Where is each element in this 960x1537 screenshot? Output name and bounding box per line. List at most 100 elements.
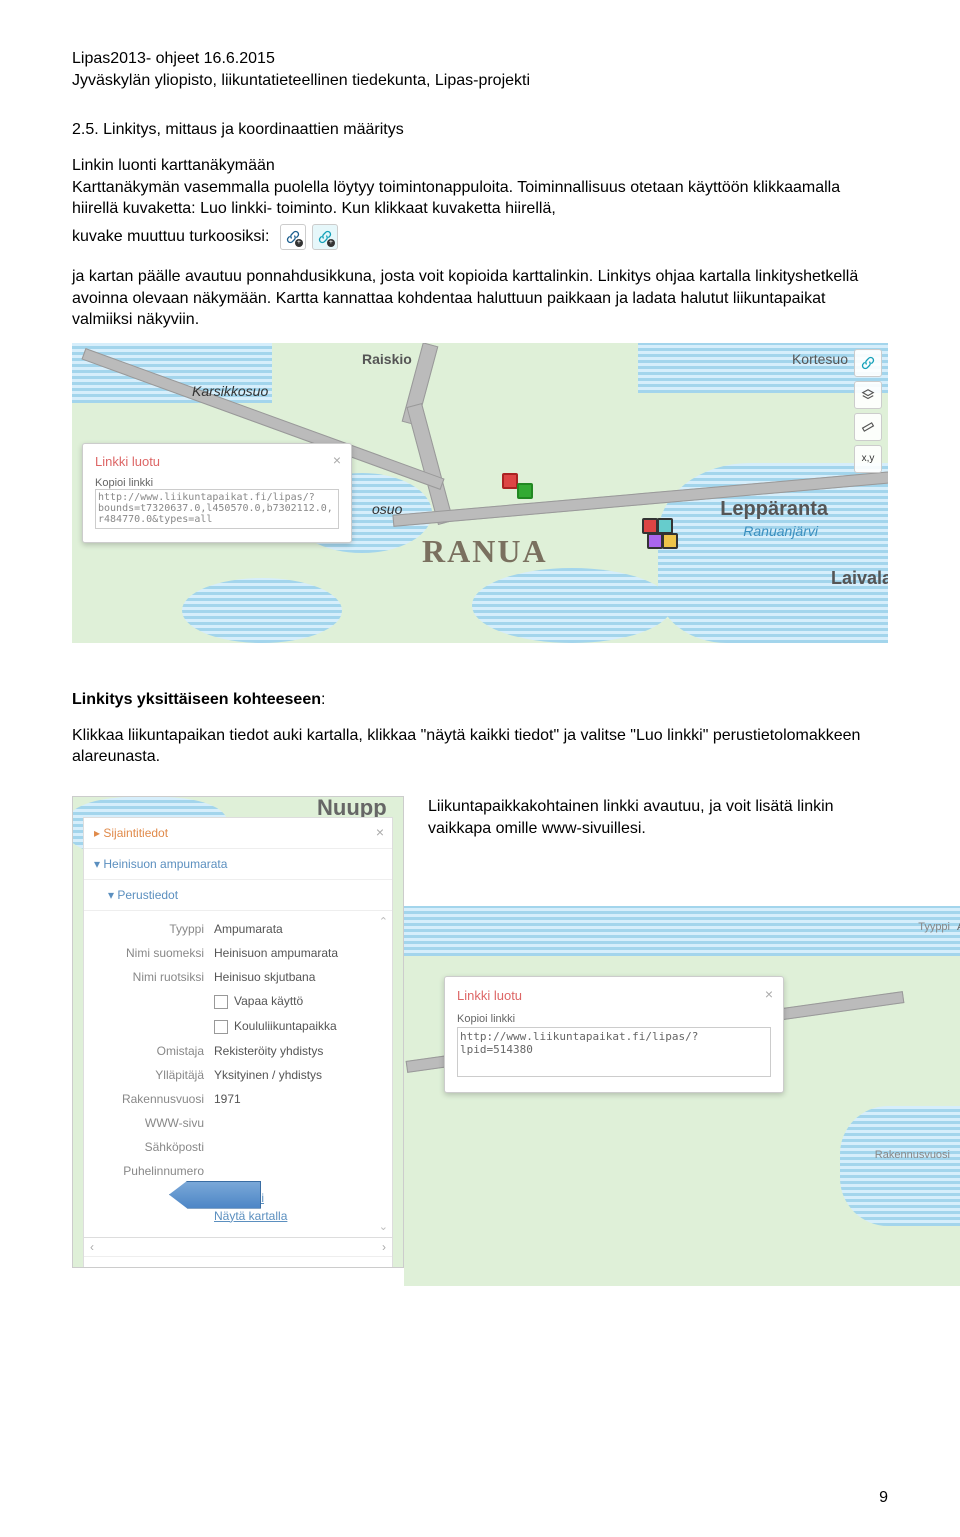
map-marker[interactable] xyxy=(647,533,663,549)
map-label: Leppäranta xyxy=(720,498,828,521)
section-label: Lisätiedot xyxy=(117,1265,168,1268)
checkbox-koulu[interactable] xyxy=(214,1020,228,1034)
section-label: Heinisuon ampumarata xyxy=(103,857,227,871)
field-label: Omistaja xyxy=(94,1044,214,1058)
row-rakennusvuosi: Rakennusvuosi 1971 xyxy=(94,1087,382,1111)
field-label: Nimi ruotsiksi xyxy=(94,970,214,984)
row-puhelin: Puhelinnumero xyxy=(94,1159,382,1183)
field-label: Koululiikuntapaikka xyxy=(234,1019,337,1033)
create-link-icon-active[interactable]: + xyxy=(312,224,338,250)
row-nimi-ruotsiksi: Nimi ruotsiksi Heinisuo skjutbana xyxy=(94,965,382,989)
row-email: Sähköposti xyxy=(94,1135,382,1159)
field-label: Rakennusvuosi xyxy=(94,1092,214,1106)
section-lisatiedot[interactable]: Lisätiedot xyxy=(84,1256,392,1268)
map-marker[interactable] xyxy=(657,518,673,534)
doc-header-line2: Jyväskylän yliopisto, liikuntatieteellin… xyxy=(72,70,888,92)
scroll-left-icon[interactable]: ‹ xyxy=(90,1240,94,1254)
section2-p2: Liikuntapaikkakohtainen linkki avautuu, … xyxy=(428,796,888,839)
paragraph-1: Linkin luonti karttanäkymään Karttanäkym… xyxy=(72,155,888,220)
map-marker[interactable] xyxy=(642,518,658,534)
field-label: Nimi suomeksi xyxy=(94,946,214,960)
create-link-icon[interactable]: + xyxy=(280,224,306,250)
section-label: Sijaintitiedot xyxy=(103,826,168,840)
row-tyyppi: Tyyppi Ampumarata xyxy=(94,917,382,941)
section-place-name[interactable]: Heinisuon ampumarata xyxy=(84,849,392,880)
section-label: Perustiedot xyxy=(117,888,178,902)
popup-title: Linkki luotu xyxy=(95,454,339,469)
copy-link-label: Kopioi linkki xyxy=(457,1012,771,1027)
map-screenshot-2: Linkki luotu × Kopioi linkki http://www.… xyxy=(404,906,960,1286)
link-created-popup: Linkki luotu × Kopioi linkki http://www.… xyxy=(82,443,352,543)
checkbox-vapaa[interactable] xyxy=(214,995,228,1009)
section2-p1: Klikkaa liikuntapaikan tiedot auki karta… xyxy=(72,725,888,768)
map-label: Karsikkosuo xyxy=(192,383,268,399)
partial-details-panel: TyyppiAmpumarata ikka Rakennusvuosi1971 xyxy=(860,916,960,1168)
row-yllapitaja: Ylläpitäjä Yksityinen / yhdistys xyxy=(94,1063,382,1087)
link-tool-button[interactable] xyxy=(854,349,882,377)
section-sijaintitiedot[interactable]: Sijaintitiedot xyxy=(84,818,392,849)
perustiedot-form: ⌃ Tyyppi Ampumarata Nimi suomeksi Heinis… xyxy=(84,911,392,1237)
map-label: Kortesuo xyxy=(792,351,848,367)
field-value: Heinisuo skjutbana xyxy=(214,970,315,984)
field-label: Tyyppi xyxy=(94,922,214,936)
field-value: 1971 xyxy=(214,1092,241,1106)
p1-lead: Linkin luonti karttanäkymään xyxy=(72,157,275,174)
page-number: 9 xyxy=(879,1489,888,1507)
map-marker[interactable] xyxy=(502,473,518,489)
map-marker[interactable] xyxy=(517,483,533,499)
scroll-right-icon[interactable]: › xyxy=(382,1240,386,1254)
close-icon[interactable]: × xyxy=(376,824,384,840)
scroll-up-icon[interactable]: ⌃ xyxy=(379,915,388,928)
xy-tool-button[interactable]: x,y xyxy=(854,445,882,473)
row-omistaja: Omistaja Rekisteröity yhdistys xyxy=(94,1039,382,1063)
field-label: Ylläpitäjä xyxy=(94,1068,214,1082)
p1-tail-text: kuvake muuttuu turkoosiksi: xyxy=(72,228,269,245)
scroll-down-icon[interactable]: ⌄ xyxy=(379,1220,388,1233)
annotation-arrow-icon xyxy=(169,1181,261,1209)
measure-tool-button[interactable] xyxy=(854,413,882,441)
row-koululiikunta: Koululiikuntapaikka xyxy=(94,1014,382,1039)
field-label: WWW-sivu xyxy=(94,1116,214,1130)
map-city-label: RANUA xyxy=(422,533,548,570)
copy-link-label: Kopioi linkki xyxy=(95,477,339,489)
row-vapaa-kaytto: Vapaa käyttö xyxy=(94,989,382,1014)
paragraph-2: ja kartan päälle avautuu ponnahdusikkuna… xyxy=(72,266,888,331)
field-label: Puhelinnumero xyxy=(94,1164,214,1178)
inline-link-icons: + + xyxy=(280,224,338,250)
field-label: Tyyppi xyxy=(860,920,956,935)
plus-badge-icon: + xyxy=(327,239,335,247)
link-url-field[interactable]: http://www.liikuntapaikat.fi/lipas/?boun… xyxy=(95,489,339,529)
doc-header-line1: Lipas2013- ohjeet 16.6.2015 xyxy=(72,48,888,70)
field-value: Rekisteröity yhdistys xyxy=(214,1044,323,1058)
right-column: Liikuntapaikkakohtainen linkki avautuu, … xyxy=(428,796,888,1266)
close-icon[interactable]: × xyxy=(765,985,773,1004)
map-label: osuo xyxy=(372,501,402,517)
details-panel: × Sijaintitiedot Heinisuon ampumarata Pe… xyxy=(83,817,393,1268)
row-www: WWW-sivu xyxy=(94,1111,382,1135)
layers-tool-button[interactable] xyxy=(854,381,882,409)
link-url-field[interactable]: http://www.liikuntapaikat.fi/lipas/?lpid… xyxy=(457,1027,771,1077)
popup-title: Linkki luotu xyxy=(457,987,771,1005)
field-label: Rakennusvuosi xyxy=(860,1148,956,1163)
section2-title: Linkitys yksittäiseen kohteeseen: xyxy=(72,691,888,709)
field-label: Sähköposti xyxy=(94,1140,214,1154)
field-value: Ampumarata xyxy=(214,922,283,936)
section-heading: 2.5. Linkitys, mittaus ja koordinaattien… xyxy=(72,121,888,139)
field-value: Yksityinen / yhdistys xyxy=(214,1068,322,1082)
section-perustiedot[interactable]: Perustiedot xyxy=(84,880,392,911)
section-number: 2.5. xyxy=(72,121,99,138)
row-nimi-suomeksi: Nimi suomeksi Heinisuon ampumarata xyxy=(94,941,382,965)
p1-rest: Karttanäkymän vasemmalla puolella löytyy… xyxy=(72,179,840,218)
details-panel-screenshot: Nuupp OV × Sijaintitiedot Heinisuon ampu… xyxy=(72,796,404,1268)
field-label: Vapaa käyttö xyxy=(234,994,303,1008)
close-icon[interactable]: × xyxy=(333,452,341,468)
section-title-text: Linkitys, mittaus ja koordinaattien määr… xyxy=(103,121,404,138)
horizontal-scroll[interactable]: ‹ › xyxy=(84,1237,392,1256)
link-created-popup-2: Linkki luotu × Kopioi linkki http://www.… xyxy=(444,976,784,1093)
map-screenshot-1: Raiskio Kortesuo Karsikkosuo osuo RANUA … xyxy=(72,343,888,643)
map-label: Raiskio xyxy=(362,351,412,367)
map-label: Laivala xyxy=(831,568,888,589)
show-on-map-action[interactable]: Näytä kartalla xyxy=(214,1207,382,1225)
map-marker[interactable] xyxy=(662,533,678,549)
plus-badge-icon: + xyxy=(295,239,303,247)
